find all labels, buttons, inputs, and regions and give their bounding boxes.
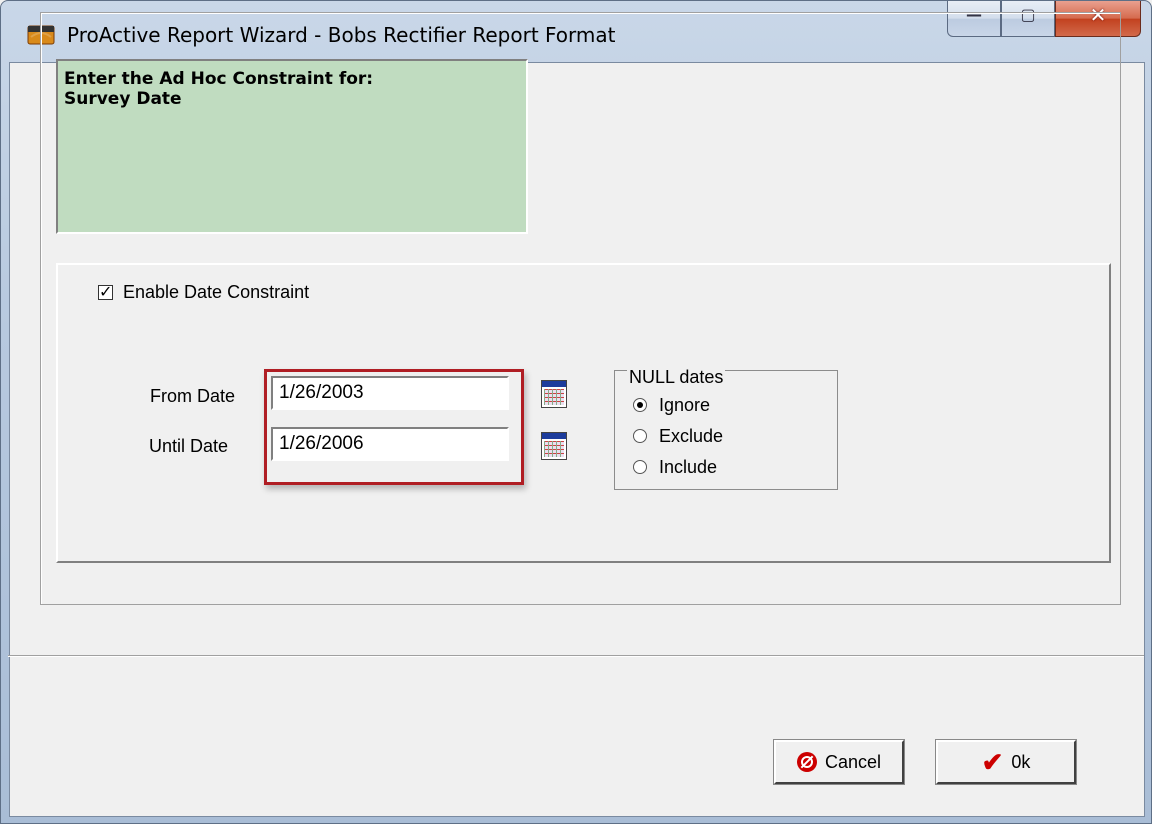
checkmark-icon: ✓: [99, 281, 113, 301]
enable-date-constraint-label: Enable Date Constraint: [123, 281, 310, 302]
button-separator: [8, 655, 1144, 657]
radio-include[interactable]: Include: [633, 456, 717, 478]
enable-date-constraint-row[interactable]: ✓ Enable Date Constraint: [98, 282, 309, 302]
cancel-label: Cancel: [824, 751, 882, 772]
radio-exclude[interactable]: Exclude: [633, 425, 723, 447]
prompt-box: Enter the Ad Hoc Constraint for: Survey …: [56, 59, 528, 234]
calendar-icon: [542, 381, 566, 387]
cancel-button[interactable]: Cancel: [773, 739, 905, 785]
from-date-input[interactable]: 1/26/2003: [271, 376, 509, 410]
calendar-icon: [542, 433, 566, 439]
ok-button[interactable]: ✔ 0k: [935, 739, 1077, 785]
until-date-input[interactable]: 1/26/2006: [271, 427, 509, 461]
from-date-calendar-button[interactable]: [541, 380, 567, 408]
radio-ignore-button[interactable]: [633, 398, 647, 412]
radio-exclude-label: Exclude: [659, 425, 724, 446]
enable-date-constraint-checkbox[interactable]: ✓: [98, 281, 113, 301]
radio-exclude-button[interactable]: [633, 429, 647, 443]
from-date-label: From Date: [150, 386, 236, 406]
radio-include-label: Include: [659, 456, 718, 477]
cancel-icon: [796, 752, 817, 772]
prompt-line-1: Enter the Ad Hoc Constraint for:: [64, 69, 374, 89]
null-dates-group: NULL dates Ignore Exclude Include: [614, 367, 838, 490]
until-date-label: Until Date: [149, 436, 229, 456]
radio-ignore-label: Ignore: [659, 394, 711, 415]
ok-label: 0k: [1011, 751, 1031, 772]
until-date-calendar-button[interactable]: [541, 432, 567, 460]
null-dates-legend: NULL dates: [627, 367, 726, 388]
checkmark-icon: ✔: [981, 747, 1004, 777]
radio-include-button[interactable]: [633, 460, 647, 474]
constraint-panel: [56, 263, 1111, 563]
radio-ignore[interactable]: Ignore: [633, 394, 710, 416]
prompt-line-2: Survey Date: [64, 89, 182, 109]
